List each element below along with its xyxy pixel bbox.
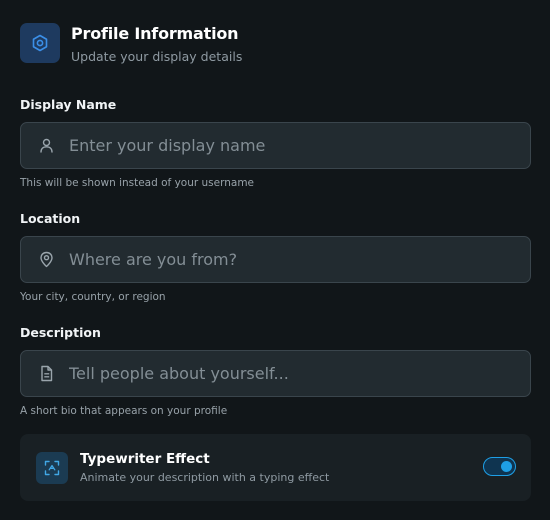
location-label: Location — [20, 211, 81, 226]
profile-information-panel: Profile Information Update your display … — [0, 0, 550, 520]
section-header: Profile Information Update your display … — [20, 23, 242, 65]
user-icon — [38, 137, 55, 154]
display-name-field: Display Name This will be shown instead … — [20, 97, 531, 190]
typewriter-effect-toggle[interactable] — [483, 457, 516, 476]
description-hint: A short bio that appears on your profile — [20, 405, 228, 417]
location-field: Location Your city, country, or region — [20, 211, 531, 304]
description-input[interactable] — [69, 364, 530, 383]
typewriter-effect-setting: Typewriter Effect Animate your descripti… — [20, 434, 531, 501]
display-name-input[interactable] — [69, 136, 530, 155]
description-label: Description — [20, 325, 101, 340]
typewriter-effect-description: Animate your description with a typing e… — [80, 470, 330, 484]
toggle-knob — [501, 460, 512, 472]
description-input-box[interactable] — [20, 350, 531, 397]
section-subtitle: Update your display details — [71, 49, 243, 64]
display-name-hint: This will be shown instead of your usern… — [20, 177, 255, 189]
location-hint: Your city, country, or region — [20, 291, 166, 303]
map-pin-icon — [38, 251, 55, 268]
display-name-input-box[interactable] — [20, 122, 531, 169]
description-field: Description A short bio that appears on … — [20, 325, 531, 418]
typewriter-effect-title: Typewriter Effect — [80, 450, 210, 467]
display-name-label: Display Name — [20, 97, 117, 112]
scan-text-icon — [36, 451, 68, 484]
section-title: Profile Information — [71, 24, 239, 43]
location-input[interactable] — [69, 250, 530, 269]
location-input-box[interactable] — [20, 236, 531, 283]
document-icon — [38, 365, 55, 382]
hexagon-settings-icon — [20, 23, 60, 63]
